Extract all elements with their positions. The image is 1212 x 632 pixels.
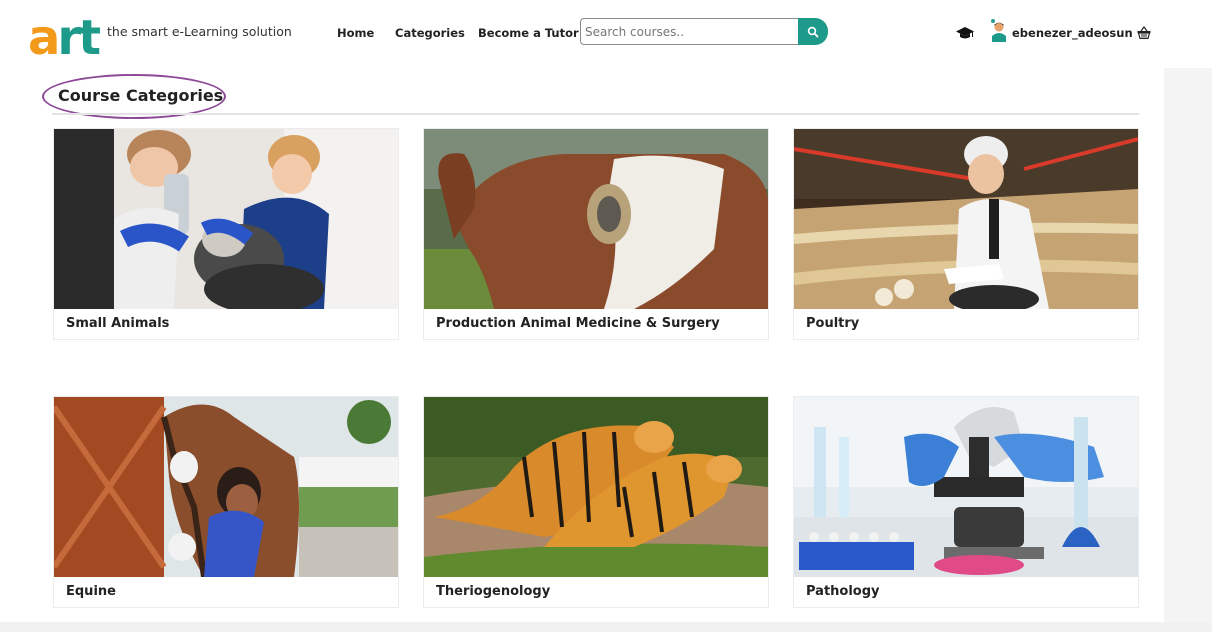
bottom-gutter (0, 622, 1212, 632)
search-input[interactable] (580, 18, 800, 45)
category-image-small-animals (54, 129, 398, 309)
nav-categories-link[interactable]: Categories (395, 26, 465, 40)
graduation-cap-icon[interactable] (955, 25, 975, 41)
nav-become-tutor-link[interactable]: Become a Tutor (478, 26, 579, 40)
category-card-pathology[interactable]: Pathology (793, 396, 1139, 608)
category-label: Small Animals (66, 316, 170, 331)
logo-letters-rt: rt (57, 10, 101, 66)
right-gutter (1164, 68, 1212, 632)
category-image-theriogenology (424, 397, 768, 577)
search-bar (580, 18, 828, 45)
brand-logo[interactable]: a rt (28, 10, 101, 66)
basket-icon[interactable] (1137, 26, 1151, 39)
category-image-pathology (794, 397, 1138, 577)
category-card-equine[interactable]: Equine (53, 396, 399, 608)
category-image-poultry (794, 129, 1138, 309)
category-card-small-animals[interactable]: Small Animals (53, 128, 399, 340)
category-label: Equine (66, 584, 116, 599)
category-card-production-animal[interactable]: Production Animal Medicine & Surgery (423, 128, 769, 340)
category-image-production-animal (424, 129, 768, 309)
category-label: Pathology (806, 584, 880, 599)
logo-letter-a: a (28, 10, 60, 66)
nav-home-link[interactable]: Home (337, 26, 374, 40)
brand-tagline: the smart e-Learning solution (107, 24, 292, 39)
username-label[interactable]: ebenezer_adeosun (1012, 26, 1133, 40)
avatar[interactable] (990, 18, 1008, 42)
page-title: Course Categories (58, 86, 224, 105)
site-header: a rt the smart e-Learning solution Home C… (0, 0, 1212, 68)
search-button[interactable] (798, 18, 828, 45)
category-label: Poultry (806, 316, 860, 331)
category-image-equine (54, 397, 398, 577)
category-card-poultry[interactable]: Poultry (793, 128, 1139, 340)
title-divider (52, 113, 1139, 115)
category-card-theriogenology[interactable]: Theriogenology (423, 396, 769, 608)
search-icon (807, 26, 819, 37)
category-label: Production Animal Medicine & Surgery (436, 316, 720, 331)
category-label: Theriogenology (436, 584, 551, 599)
